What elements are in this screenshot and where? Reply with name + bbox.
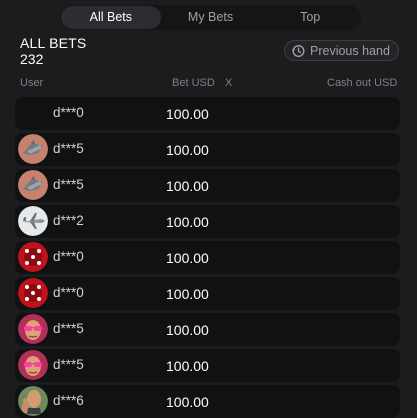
bet-row-amount: 100.00: [166, 358, 209, 374]
previous-hand-label: Previous hand: [310, 43, 390, 58]
bet-row: d***0 100.00: [15, 97, 400, 130]
bet-row: d***5 100.00: [15, 313, 400, 346]
history-icon: [291, 44, 305, 57]
bet-row-user: d***5: [53, 321, 84, 336]
bet-row-user: d***0: [53, 105, 84, 120]
bet-row-user: d***6: [53, 393, 84, 408]
bet-row: d***5 100.00: [15, 169, 400, 202]
bet-row: d***2 100.00: [15, 205, 400, 238]
bet-row-user: d***5: [53, 141, 84, 156]
bet-row-amount: 100.00: [166, 250, 209, 266]
bet-row: d***0 100.00: [15, 277, 400, 310]
bet-row: d***0 100.00: [15, 241, 400, 274]
tab-top[interactable]: Top: [260, 6, 360, 29]
bet-row-user: d***0: [53, 249, 84, 264]
dice-avatar: [18, 278, 48, 308]
bet-row-user: d***5: [53, 177, 84, 192]
column-header-cashout: Cash out USD: [327, 77, 398, 89]
column-header-user: User: [20, 77, 44, 89]
bet-row: d***5 100.00: [15, 133, 400, 166]
bet-row: d***6 100.00: [15, 385, 400, 418]
sunglasses-man-avatar: [18, 350, 48, 380]
previous-hand-button[interactable]: Previous hand: [284, 40, 399, 61]
bet-row-user: d***2: [53, 213, 84, 228]
bet-row-amount: 100.00: [166, 178, 209, 194]
bets-count: 232: [20, 51, 44, 67]
column-header-bet: Bet USD: [172, 77, 215, 89]
thumbs-up-man-avatar: [18, 386, 48, 416]
all-bets-title: ALL BETS: [20, 35, 87, 51]
tab-all-bets[interactable]: All Bets: [61, 6, 161, 29]
plane-avatar: [18, 206, 48, 236]
bet-row-amount: 100.00: [166, 142, 209, 158]
dice-avatar: [18, 242, 48, 272]
bet-row-user: d***0: [53, 285, 84, 300]
bets-tab-bar: All Bets My Bets Top: [60, 5, 361, 30]
bet-row-amount: 100.00: [166, 394, 209, 410]
bet-row-amount: 100.00: [166, 286, 209, 302]
jet-avatar: [18, 170, 48, 200]
bet-row-amount: 100.00: [166, 106, 209, 122]
bet-row-user: d***5: [53, 357, 84, 372]
sunglasses-man-avatar: [18, 314, 48, 344]
jet-avatar: [18, 134, 48, 164]
bet-row-amount: 100.00: [166, 214, 209, 230]
tab-my-bets[interactable]: My Bets: [161, 6, 261, 29]
column-header-multiplier: X: [225, 77, 233, 89]
bet-row-amount: 100.00: [166, 322, 209, 338]
bet-row: d***5 100.00: [15, 349, 400, 382]
